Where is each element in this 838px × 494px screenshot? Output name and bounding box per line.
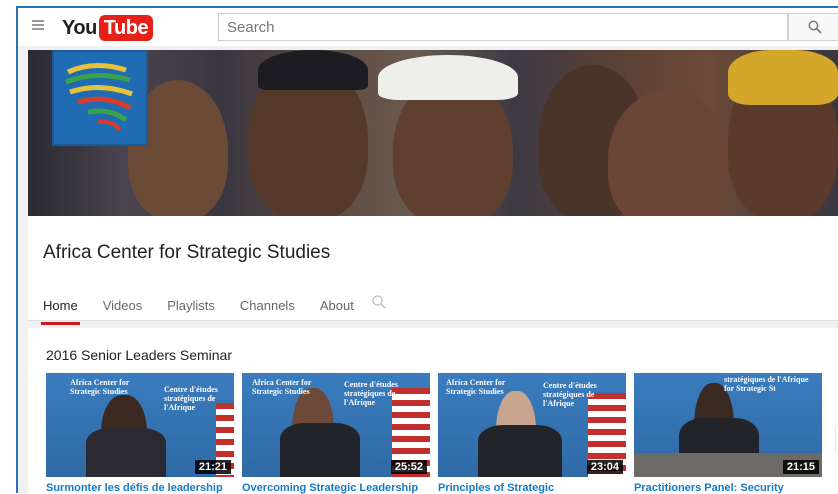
video-duration: 21:21 xyxy=(194,460,231,474)
main-content: Africa Center for Strategic Studies Home… xyxy=(16,46,838,494)
search-icon xyxy=(808,20,822,34)
video-item[interactable]: Africa Center for Strategic Studies Cent… xyxy=(242,373,430,494)
logo-tube-text: Tube xyxy=(98,15,154,41)
tab-channels[interactable]: Channels xyxy=(240,298,295,321)
video-title[interactable]: Principles of Strategic xyxy=(438,482,630,494)
channel-header: Africa Center for Strategic Studies Home… xyxy=(28,216,838,325)
thumbnail-caption: Centre d'études stratégiques de l'Afriqu… xyxy=(164,385,218,412)
video-duration: 23:04 xyxy=(586,460,623,474)
thumbnail-caption: Africa Center for Strategic Studies xyxy=(70,378,130,396)
search-box xyxy=(218,13,788,41)
shelf-title[interactable]: 2016 Senior Leaders Seminar xyxy=(46,347,232,363)
shelf-panel: 2016 Senior Leaders Seminar Africa Cente… xyxy=(28,328,838,494)
search-input[interactable] xyxy=(219,14,787,40)
video-thumbnail[interactable]: Africa Center for Strategic Studies Cent… xyxy=(438,373,626,477)
search-icon[interactable] xyxy=(371,294,387,310)
video-duration: 25:52 xyxy=(390,460,427,474)
video-thumbnail[interactable]: Africa Center for Strategic Studies Cent… xyxy=(46,373,234,477)
channel-avatar[interactable] xyxy=(52,50,148,146)
thumbnail-caption: Africa Center for Strategic Studies xyxy=(446,378,506,396)
tab-home[interactable]: Home xyxy=(41,298,80,325)
youtube-logo[interactable]: You Tube xyxy=(62,15,154,41)
thumbnail-caption: Africa Center for Strategic Studies xyxy=(252,378,312,396)
search-button[interactable] xyxy=(788,13,838,41)
africa-center-logo-icon xyxy=(65,63,133,132)
video-thumbnail[interactable]: stratégiques de l'Afrique for Strategic … xyxy=(634,373,822,477)
thumbnail-caption: Centre d'études stratégiques de l'Afriqu… xyxy=(543,381,597,408)
video-item[interactable]: Africa Center for Strategic Studies Cent… xyxy=(438,373,626,494)
tab-playlists[interactable]: Playlists xyxy=(167,298,215,321)
thumbnail-caption: Centre d'études stratégiques de l'Afriqu… xyxy=(344,380,398,407)
video-title[interactable]: Surmonter les défis de leadership xyxy=(46,482,238,494)
video-duration: 21:15 xyxy=(782,460,819,474)
logo-you-text: You xyxy=(62,16,97,39)
video-item[interactable]: Africa Center for Strategic Studies Cent… xyxy=(46,373,234,494)
channel-banner xyxy=(28,50,838,216)
video-title[interactable]: Overcoming Strategic Leadership xyxy=(242,482,434,494)
tab-videos[interactable]: Videos xyxy=(103,298,143,321)
video-title[interactable]: Practitioners Panel: Security xyxy=(634,482,826,494)
tab-about[interactable]: About xyxy=(320,298,354,321)
channel-title: Africa Center for Strategic Studies xyxy=(43,242,331,263)
masthead: You Tube xyxy=(16,6,838,46)
channel-tabs: Home Videos Playlists Channels About xyxy=(41,298,379,325)
video-thumbnail[interactable]: Africa Center for Strategic Studies Cent… xyxy=(242,373,430,477)
menu-icon[interactable] xyxy=(32,20,44,30)
video-item[interactable]: stratégiques de l'Afrique for Strategic … xyxy=(634,373,822,494)
thumbnail-caption: stratégiques de l'Afrique for Strategic … xyxy=(724,375,809,393)
